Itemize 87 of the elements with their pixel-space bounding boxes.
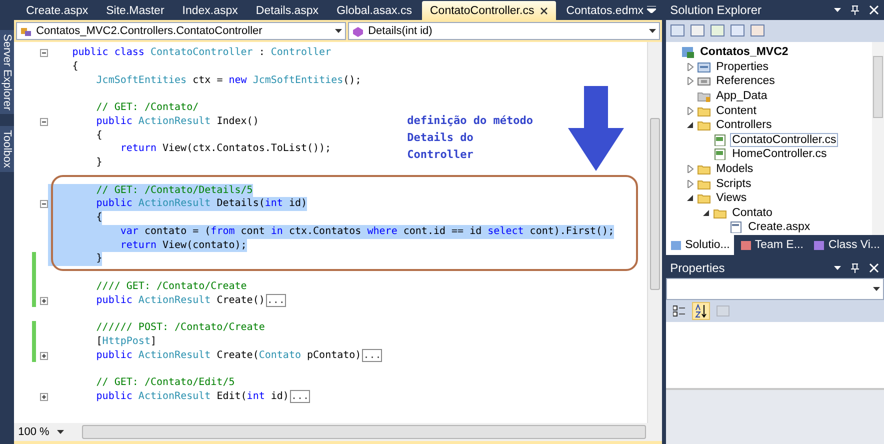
- code-file-icon: [713, 148, 728, 160]
- tree-item[interactable]: Contato: [730, 206, 774, 220]
- expand-icon[interactable]: [40, 296, 48, 304]
- class-icon: [20, 26, 32, 36]
- toolbar-button[interactable]: [692, 302, 710, 320]
- tree-item[interactable]: HomeController.cs: [730, 147, 829, 162]
- references-icon: [697, 75, 712, 88]
- tree-item[interactable]: App_Data: [714, 89, 770, 104]
- panel-tab[interactable]: Solutio...: [666, 235, 734, 255]
- sort-alphabetical-icon: [695, 304, 708, 318]
- document-tab[interactable]: ContatoController.cs: [422, 1, 556, 20]
- panel-controls-icon[interactable]: [834, 5, 880, 15]
- method-icon: [352, 26, 364, 36]
- vertical-scrollbar[interactable]: [647, 42, 662, 423]
- folder-icon: [697, 119, 712, 132]
- panel-tab[interactable]: Class Vi...: [809, 235, 884, 255]
- tab-label: Contatos.edmx: [566, 4, 644, 16]
- vertical-scrollbar[interactable]: [872, 42, 884, 235]
- expand-arrow-icon[interactable]: [686, 165, 694, 174]
- collapse-icon[interactable]: [40, 118, 48, 126]
- expand-arrow-icon[interactable]: [686, 77, 694, 86]
- document-tab[interactable]: Global.asax.cs: [328, 1, 420, 20]
- expand-icon[interactable]: [40, 352, 48, 360]
- tree-item[interactable]: Views: [714, 191, 749, 206]
- side-panel-tab[interactable]: Server Explorer: [0, 30, 14, 114]
- document-tab[interactable]: Contatos.edmx: [558, 1, 652, 20]
- tree-item[interactable]: References: [714, 74, 777, 88]
- tree-item[interactable]: Properties: [714, 60, 771, 74]
- folder-icon: [697, 163, 712, 176]
- expand-arrow-icon[interactable]: [686, 106, 694, 115]
- panel-tab-icon: [813, 240, 826, 250]
- tree-item[interactable]: Controllers: [714, 118, 774, 132]
- caret-icon[interactable]: [649, 29, 656, 33]
- tab-label: Create.aspx: [26, 4, 88, 16]
- panel-title: Properties: [670, 261, 725, 275]
- document-tab[interactable]: Site.Master: [98, 1, 172, 20]
- folder-icon: [697, 104, 712, 117]
- tab-label: Details.aspx: [256, 4, 319, 16]
- caret-icon[interactable]: [57, 430, 64, 434]
- tab-label: Index.aspx: [182, 4, 238, 16]
- panel-title: Solution Explorer: [670, 3, 762, 17]
- horizontal-scrollbar[interactable]: [82, 425, 646, 439]
- annotation-text: definição do método Details do Controller: [407, 113, 533, 163]
- code-editor[interactable]: [14, 42, 662, 423]
- caret-icon[interactable]: [335, 29, 342, 33]
- side-panel-tab[interactable]: Toolbox: [0, 126, 14, 172]
- folder-icon: [713, 206, 728, 219]
- property-pages-icon: [716, 305, 730, 317]
- tree-item[interactable]: Contatos_MVC2: [698, 45, 790, 60]
- zoom-dropdown[interactable]: 100 %: [14, 426, 68, 438]
- document-tab[interactable]: Create.aspx: [18, 1, 96, 20]
- tab-label: ContatoController.cs: [430, 4, 534, 16]
- panel-controls-icon[interactable]: [834, 263, 880, 273]
- panel-tab-icon: [670, 240, 682, 250]
- tab-label: Global.asax.cs: [336, 4, 412, 16]
- folder-icon: [697, 178, 712, 190]
- tree-item[interactable]: Scripts: [714, 176, 754, 191]
- panel-tab[interactable]: Team E...: [736, 235, 808, 255]
- down-arrow-icon: [567, 86, 626, 172]
- scroll-thumb[interactable]: [650, 118, 660, 290]
- panel-tab-icon: [740, 240, 752, 250]
- collapse-icon[interactable]: [40, 200, 48, 208]
- tab-list-dropdown-icon[interactable]: [647, 6, 656, 13]
- tab-label: Site.Master: [106, 4, 164, 16]
- caret-icon[interactable]: [873, 287, 880, 291]
- expand-icon[interactable]: [40, 392, 48, 401]
- expand-arrow-icon[interactable]: [686, 62, 694, 71]
- expand-arrow-icon[interactable]: [686, 180, 694, 188]
- type-dropdown[interactable]: Contatos_MVC2.Controllers.ContatoController: [16, 22, 346, 40]
- project-icon: [681, 46, 696, 58]
- collapse-arrow-icon[interactable]: [702, 208, 710, 217]
- categorized-icon: [673, 305, 686, 317]
- collapse-icon[interactable]: [40, 49, 48, 57]
- document-tab[interactable]: Details.aspx: [248, 1, 327, 20]
- tree-item[interactable]: Models: [714, 162, 756, 176]
- close-icon[interactable]: [540, 6, 548, 14]
- member-dropdown[interactable]: Details(int id): [348, 22, 660, 40]
- scroll-thumb[interactable]: [873, 56, 883, 118]
- tree-item[interactable]: Content: [714, 104, 758, 118]
- data-folder-icon: [697, 90, 712, 102]
- document-tab[interactable]: Index.aspx: [174, 1, 246, 20]
- collapse-arrow-icon[interactable]: [686, 194, 694, 202]
- collapse-arrow-icon[interactable]: [686, 121, 694, 130]
- code-file-icon: [713, 134, 728, 146]
- tree-item[interactable]: ContatoController.cs: [730, 132, 838, 147]
- tree-item[interactable]: Create.aspx: [746, 220, 812, 234]
- folder-icon: [697, 192, 712, 204]
